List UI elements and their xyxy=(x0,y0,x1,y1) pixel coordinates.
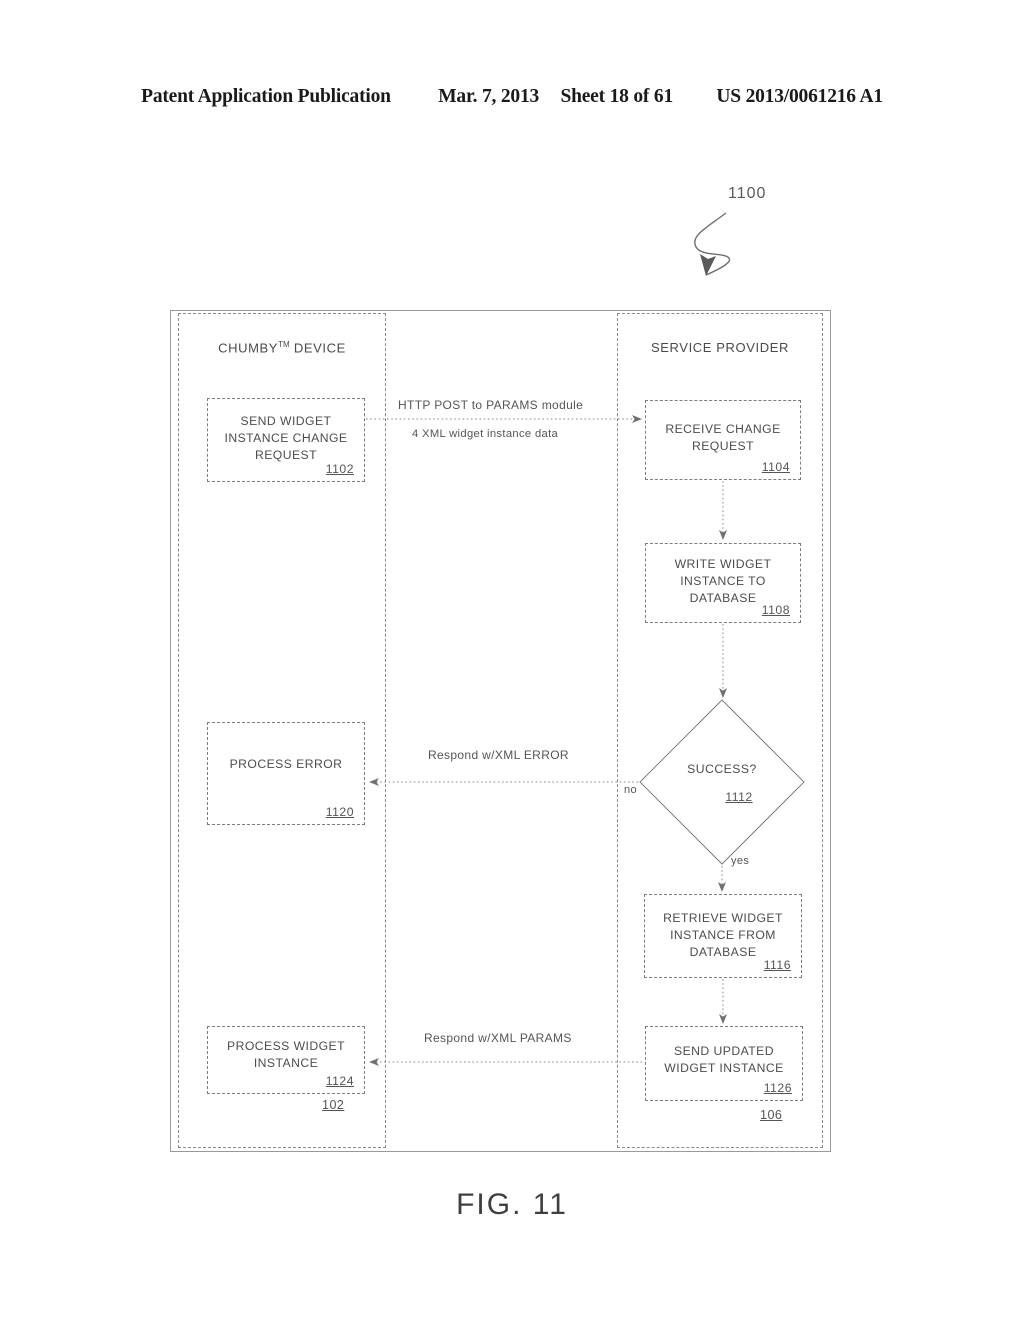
callout-leader-arrowhead xyxy=(700,254,716,276)
figure-callout-ref: 1100 xyxy=(728,185,767,202)
node-label: PROCESS WIDGET INSTANCE xyxy=(226,1039,346,1070)
decision-node-success[interactable]: SUCCESS? 1112 xyxy=(640,700,804,864)
process-node-process-widget-instance[interactable]: PROCESS WIDGET INSTANCE 1124 xyxy=(207,1026,365,1094)
node-label: WRITE WIDGET INSTANCE TO DATABASE xyxy=(674,557,772,605)
swimlane-ref-service-provider: 106 xyxy=(760,1108,783,1122)
edge-label-respond-xml-error: Respond w/XML ERROR xyxy=(428,748,569,762)
figure-caption: FIG. 11 xyxy=(456,1188,568,1221)
edge-label-xml-widget-instance-data: 4 XML widget instance data xyxy=(412,428,559,440)
node-label: PROCESS ERROR xyxy=(229,757,343,771)
flowchart-diagram: 1100 CHUMBYTM DEVICE SERVICE PROVIDER 10… xyxy=(0,0,1024,1320)
callout-leader-line xyxy=(694,212,731,276)
node-ref: 1108 xyxy=(761,603,790,617)
edge-label-http-post: HTTP POST to PARAMS module xyxy=(398,398,584,412)
process-node-process-error[interactable]: PROCESS ERROR 1120 xyxy=(207,722,365,825)
node-ref: 1116 xyxy=(763,958,791,972)
edge-label-branch-no: no xyxy=(624,784,637,796)
node-ref: 1126 xyxy=(763,1081,792,1095)
node-label: RETRIEVE WIDGET INSTANCE FROM DATABASE xyxy=(663,911,783,959)
swimlane-title-chumby-suffix: DEVICE xyxy=(289,340,346,356)
edge-label-respond-xml-params: Respond w/XML PARAMS xyxy=(424,1031,572,1045)
swimlane-title-chumby-device: CHUMBYTM DEVICE xyxy=(179,340,385,355)
swimlane-title-service-provider: SERVICE PROVIDER xyxy=(651,340,789,355)
trademark-superscript: TM xyxy=(278,340,290,349)
process-node-send-widget-instance-change-request[interactable]: SEND WIDGET INSTANCE CHANGE REQUEST 1102 xyxy=(207,398,365,482)
node-ref: 1124 xyxy=(325,1074,354,1088)
process-node-receive-change-request[interactable]: RECEIVE CHANGE REQUEST 1104 xyxy=(645,400,801,480)
node-label: SEND WIDGET INSTANCE CHANGE REQUEST xyxy=(224,414,348,462)
process-node-retrieve-widget-instance-from-database[interactable]: RETRIEVE WIDGET INSTANCE FROM DATABASE 1… xyxy=(644,894,802,978)
edge-label-branch-yes: yes xyxy=(731,855,750,867)
node-ref: 1120 xyxy=(325,805,354,819)
process-node-send-updated-widget-instance[interactable]: SEND UPDATED WIDGET INSTANCE 1126 xyxy=(645,1026,803,1101)
decision-ref: 1112 xyxy=(725,790,753,804)
node-ref: 1104 xyxy=(761,460,790,474)
swimlane-ref-chumby-device: 102 xyxy=(322,1098,345,1112)
node-label: SEND UPDATED WIDGET INSTANCE xyxy=(664,1044,784,1075)
decision-label: SUCCESS? xyxy=(687,762,757,776)
node-label: RECEIVE CHANGE REQUEST xyxy=(665,422,781,453)
swimlane-title-chumby-text: CHUMBY xyxy=(218,340,279,356)
node-ref: 1102 xyxy=(325,462,354,476)
diagram-vector-layer xyxy=(170,212,831,1152)
process-node-write-widget-instance-to-database[interactable]: WRITE WIDGET INSTANCE TO DATABASE 1108 xyxy=(645,543,801,623)
